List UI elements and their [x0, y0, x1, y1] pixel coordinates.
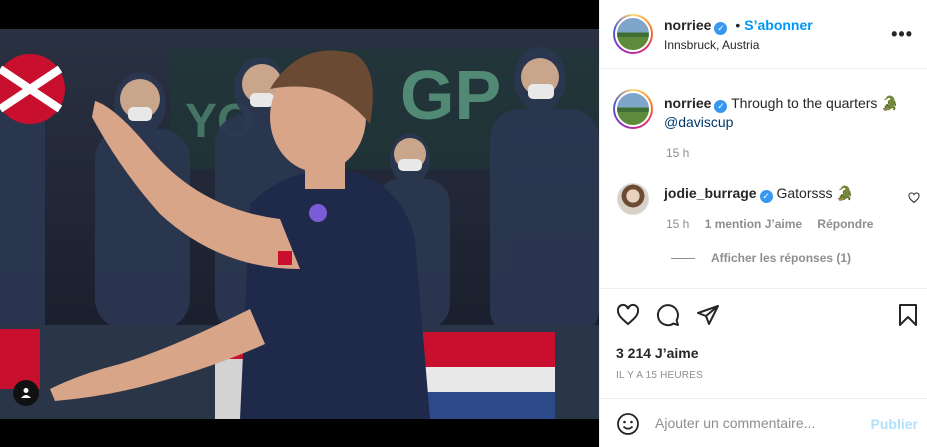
author-username[interactable]: norriee [664, 17, 711, 33]
comment-reply-button[interactable]: Répondre [817, 217, 873, 231]
follow-button[interactable]: S’abonner [744, 17, 812, 33]
comment: jodie_burrage ✓ Gatorsss 🐊 [664, 185, 854, 203]
replies-divider [671, 257, 695, 259]
commenter-avatar[interactable] [617, 183, 649, 215]
comment-icon[interactable] [656, 303, 680, 327]
emoji-icon[interactable] [616, 412, 640, 436]
share-icon[interactable] [696, 303, 720, 327]
action-icons [616, 303, 720, 327]
comment-meta: 15 h 1 mention J’aime Répondre [666, 217, 885, 231]
user-icon [21, 388, 31, 398]
verified-badge-icon: ✓ [714, 22, 728, 35]
caption-avatar[interactable] [613, 89, 653, 129]
caption-time: 15 h [666, 146, 690, 160]
author-line: norriee ✓ • S’abonner [664, 17, 813, 35]
author-avatar[interactable] [613, 14, 653, 54]
likes-count[interactable]: 3 214 J’aime [616, 345, 699, 361]
comments-section: norriee ✓ Through to the quarters 🐊 @davi… [600, 70, 927, 288]
view-replies-button[interactable]: Afficher les réponses (1) [671, 251, 851, 265]
post-location[interactable]: Innsbruck, Austria [664, 38, 759, 52]
post-actions: 3 214 J’aime IL Y A 15 HEURES [600, 288, 927, 398]
caption-text: Through to the quarters 🐊 [727, 95, 899, 111]
post-timestamp[interactable]: IL Y A 15 HEURES [616, 370, 703, 381]
add-comment-input[interactable] [655, 409, 855, 437]
separator-dot: • [735, 17, 741, 33]
comment-box: Publier [600, 398, 927, 447]
post-image[interactable]: GP YO [0, 29, 599, 419]
verified-badge-icon: ✓ [714, 100, 728, 113]
comment-like-heart-icon[interactable] [908, 192, 920, 204]
more-horizontal-icon[interactable]: ••• [891, 24, 913, 45]
comment-likes-link[interactable]: 1 mention J’aime [705, 217, 802, 231]
tennis-player-photo: GP YO [0, 29, 599, 419]
view-replies-label: Afficher les réponses (1) [711, 251, 852, 265]
post-sidebar: norriee ✓ • S’abonner Innsbruck, Austria •… [599, 0, 927, 447]
save-icon[interactable] [896, 303, 920, 327]
comment-text: Gatorsss 🐊 [772, 185, 854, 201]
comment-time: 15 h [666, 217, 690, 231]
tagged-user-button[interactable] [13, 380, 39, 406]
verified-badge-icon: ✓ [759, 190, 773, 203]
post-header: norriee ✓ • S’abonner Innsbruck, Austria •… [600, 0, 927, 69]
heart-icon[interactable] [616, 303, 640, 327]
publish-button[interactable]: Publier [871, 416, 918, 432]
caption: norriee ✓ Through to the quarters 🐊 @davi… [664, 94, 914, 131]
comment-username[interactable]: jodie_burrage [664, 185, 757, 201]
post-dialog: GP YO norriee ✓ • S’abonner Innsbruck, A… [0, 0, 927, 447]
caption-username[interactable]: norriee [664, 95, 711, 111]
svg-text:GP: GP [400, 56, 501, 134]
caption-mention-link[interactable]: @daviscup [664, 114, 733, 130]
